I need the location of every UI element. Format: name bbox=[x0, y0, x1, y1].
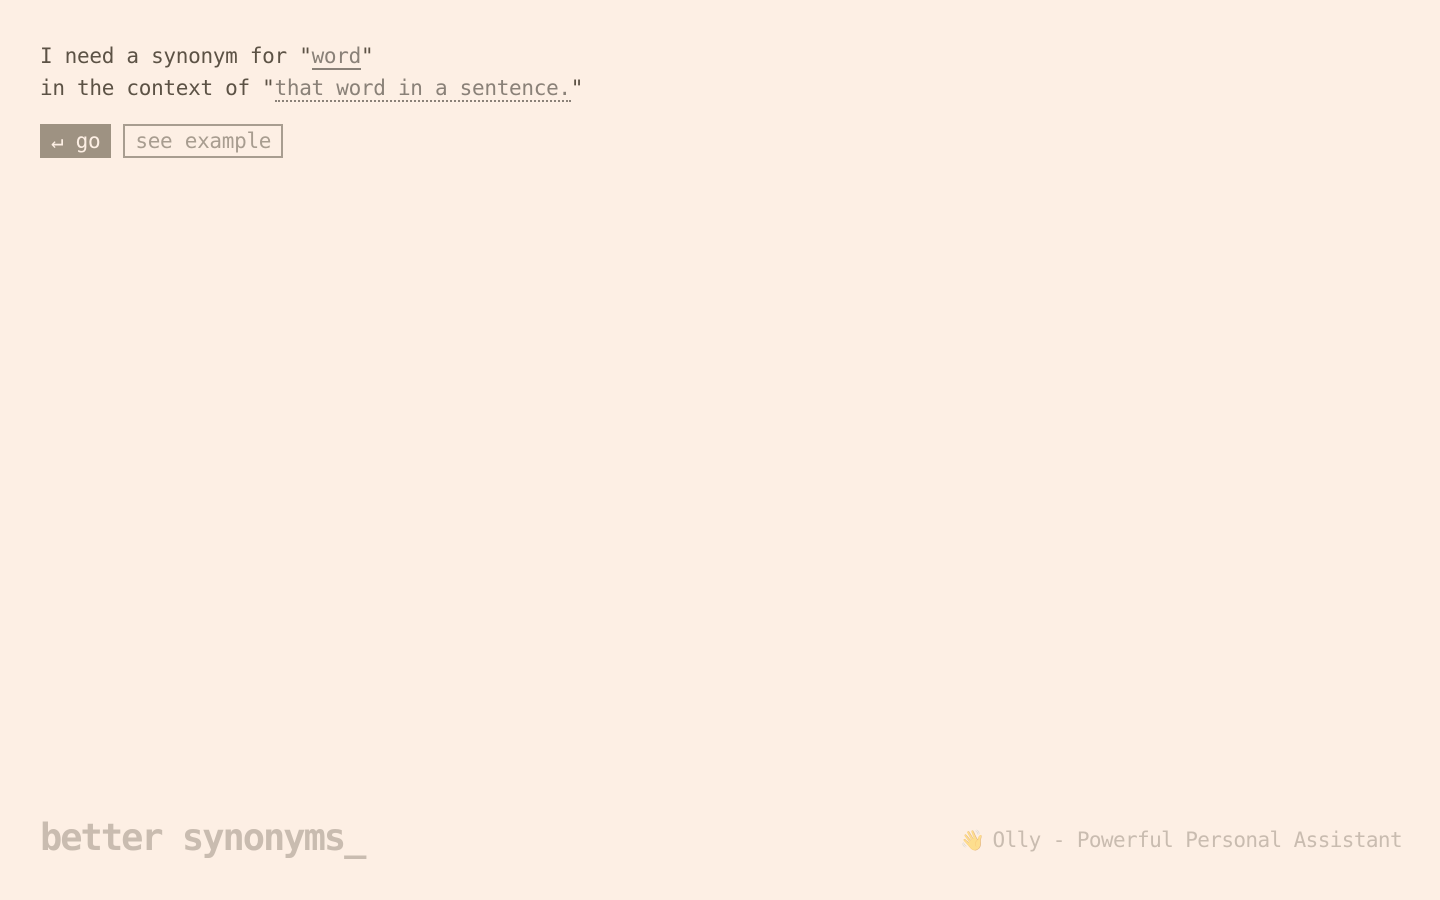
synonym-prompt: I need a synonym for "word" in the conte… bbox=[40, 40, 583, 104]
promo-link[interactable]: 👋 Olly - Powerful Personal Assistant bbox=[960, 828, 1402, 852]
page: I need a synonym for "word" in the conte… bbox=[0, 0, 1440, 900]
promo-text[interactable]: Olly - Powerful Personal Assistant bbox=[993, 828, 1403, 852]
prompt-line-word: I need a synonym for "word" bbox=[40, 40, 583, 72]
context-text-prefix: in the context of " bbox=[40, 76, 275, 100]
context-input[interactable]: that word in a sentence. bbox=[274, 76, 571, 102]
go-button[interactable]: ↵ go bbox=[40, 124, 112, 158]
prompt-text-prefix: I need a synonym for " bbox=[40, 44, 312, 68]
app-logo[interactable]: better synonyms_ bbox=[40, 816, 366, 859]
waving-hand-icon: 👋 bbox=[960, 828, 985, 852]
action-buttons: ↵ go see example bbox=[40, 124, 284, 158]
context-quote-close: " bbox=[570, 76, 584, 100]
word-input[interactable]: word bbox=[311, 44, 361, 70]
prompt-quote-close: " bbox=[360, 44, 374, 68]
prompt-line-context: in the context of "that word in a senten… bbox=[40, 72, 583, 104]
see-example-button[interactable]: see example bbox=[123, 124, 284, 158]
